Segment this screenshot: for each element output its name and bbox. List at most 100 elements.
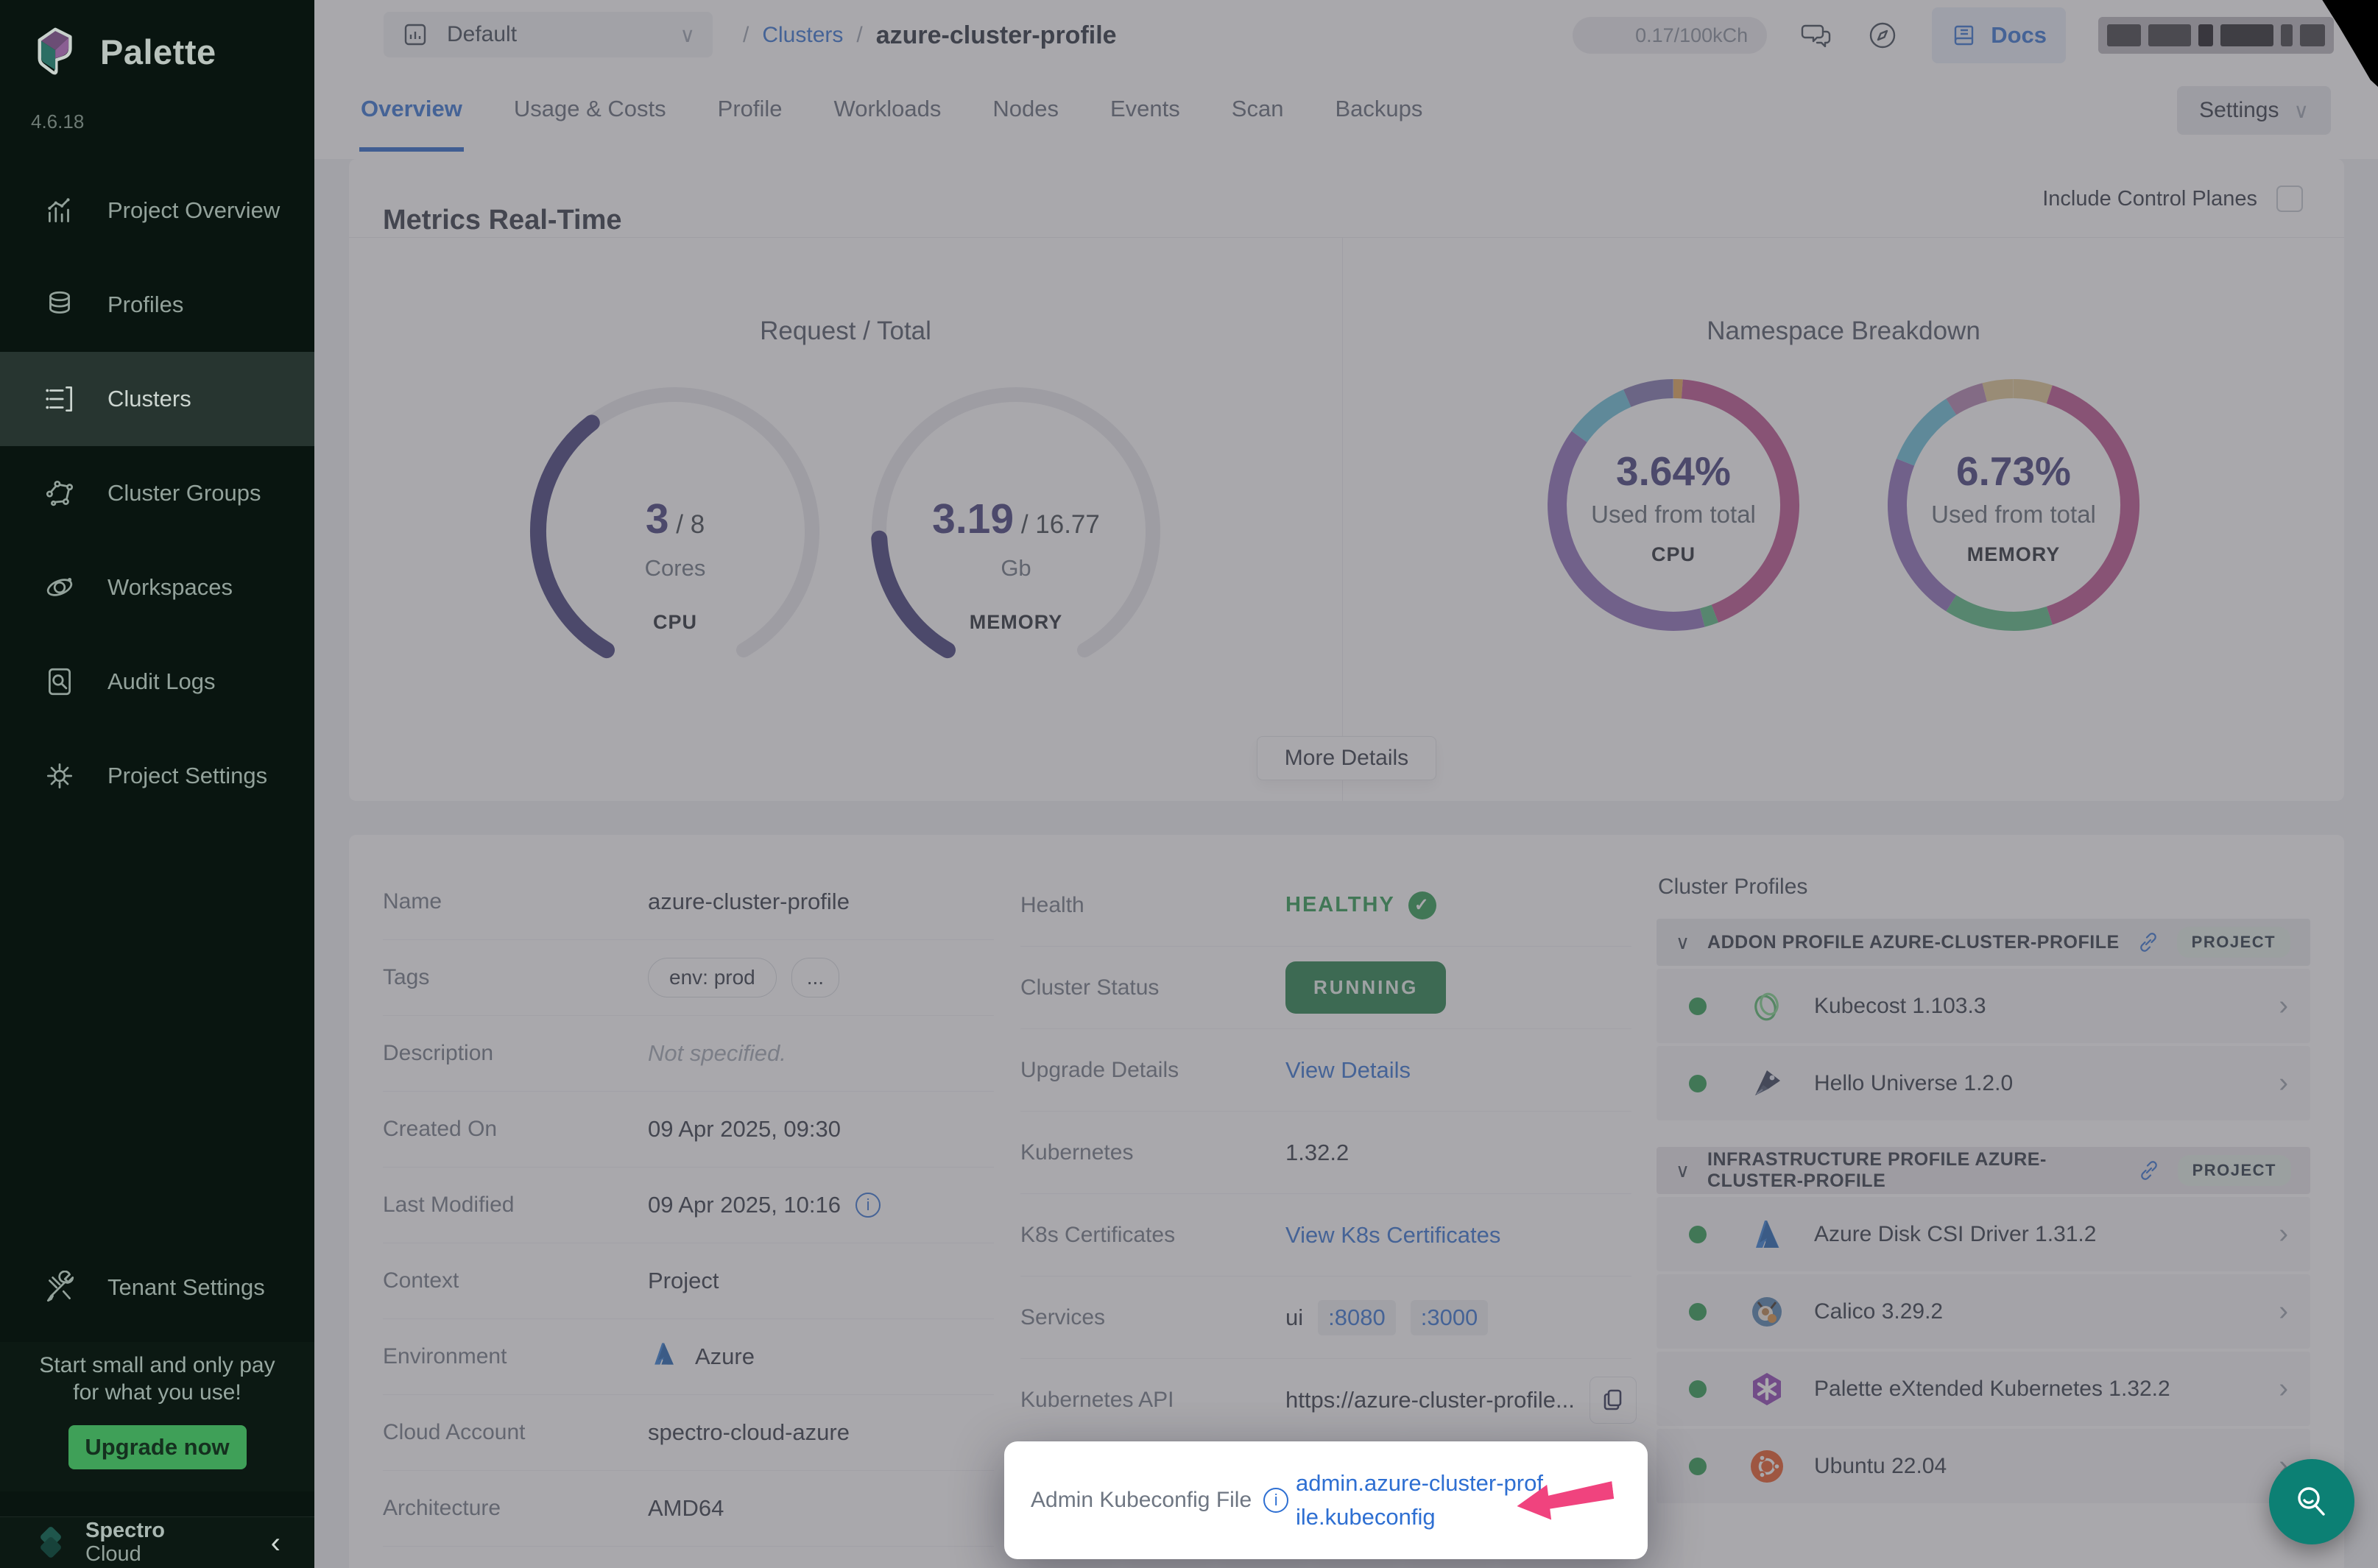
profile-section-header[interactable]: ∨INFRASTRUCTURE PROFILE AZURE-CLUSTER-PR… [1657,1147,2310,1194]
detail-value: spectro-cloud-azure [648,1419,850,1446]
tab-events[interactable]: Events [1109,71,1182,152]
gauge-request-value: 3.19 [932,495,1014,543]
detail-label: Context [383,1268,648,1293]
sidebar-item-label: Clusters [107,386,191,412]
sidebar-item-audit-logs[interactable]: Audit Logs [0,635,314,729]
gauge-value: 3.19 / 16.77 [861,495,1171,543]
tab-workloads[interactable]: Workloads [833,71,943,152]
search-fab-button[interactable] [2269,1459,2354,1544]
tab-nodes[interactable]: Nodes [991,71,1060,152]
service-port-link[interactable]: :3000 [1411,1300,1489,1335]
detail-row-architecture: ArchitectureAMD64 [383,1471,994,1547]
info-icon[interactable]: i [855,1193,881,1218]
info-icon[interactable]: i [1263,1488,1288,1513]
detail-row-cluster-status: Cluster StatusRUNNING [1020,947,1631,1029]
detail-value: View K8s Certificates [1285,1222,1500,1249]
project-badge: PROJECT [2177,927,2290,958]
tag-pill[interactable]: ... [791,958,839,997]
metrics-title: Metrics Real-Time [383,205,622,236]
detail-label: Admin Kubeconfig Filei [1031,1488,1296,1513]
detail-value: Azure [648,1338,755,1376]
namespace-donut-cpu: 3.64%Used from totalCPU [1534,365,1813,645]
chevron-right-icon: › [2279,990,2288,1022]
value-muted: Not specified. [648,1040,786,1067]
compass-icon[interactable] [1866,18,1899,52]
profile-section-header[interactable]: ∨ADDON PROFILE AZURE-CLUSTER-PROFILEPROJ… [1657,919,2310,966]
tag-pill[interactable]: env: prod [648,958,777,997]
detail-label: Health [1020,893,1285,918]
status-running-badge[interactable]: RUNNING [1285,961,1446,1014]
check-icon: ✓ [1408,891,1436,919]
sidebar-item-project-settings[interactable]: Project Settings [0,729,314,823]
detail-row-name: Nameazure-cluster-profile [383,864,994,940]
sidebar-item-label: Project Overview [107,197,280,224]
profile-section-title: ADDON PROFILE AZURE-CLUSTER-PROFILE [1707,932,2120,953]
sidebar-item-workspaces[interactable]: Workspaces [0,540,314,635]
profile-pack-row[interactable]: Hello Universe 1.2.0› [1657,1046,2310,1120]
detail-label-text: Kubernetes API [1020,1388,1174,1413]
include-control-planes-checkbox[interactable] [2276,186,2303,212]
detail-label-text: Health [1020,893,1084,918]
ubuntu-icon [1748,1447,1786,1486]
upgrade-now-button[interactable]: Upgrade now [68,1425,247,1469]
detail-link[interactable]: View Details [1285,1057,1411,1084]
donut-percent: 6.73% [1874,448,2153,495]
detail-value: Not specified. [648,1040,786,1067]
copy-icon[interactable] [1590,1377,1637,1424]
detail-label-text: Services [1020,1305,1105,1330]
app-version: 4.6.18 [31,110,84,133]
profile-pack-row[interactable]: Palette eXtended Kubernetes 1.32.2 › [1657,1352,2310,1426]
sidebar-item-cluster-groups[interactable]: Cluster Groups [0,446,314,540]
pxk-icon [1748,1370,1786,1408]
profile-pack-row[interactable]: Azure Disk CSI Driver 1.31.2› [1657,1197,2310,1271]
value-text: azure-cluster-profile [648,889,850,915]
search-icon [2290,1480,2334,1524]
profile-pack-name: Hello Universe 1.2.0 [1814,1071,2013,1096]
detail-row-context: ContextProject [383,1243,994,1319]
sidebar-collapse-icon[interactable]: ‹ [271,1528,281,1558]
gauge-value: 3 / 8 [521,495,830,543]
tab-overview[interactable]: Overview [359,71,464,152]
profile-pack-row[interactable]: Kubecost 1.103.3 › [1657,969,2310,1043]
profile-pack-row[interactable]: Ubuntu 22.04› [1657,1429,2310,1503]
donut-subtitle: Used from total [1534,501,1813,529]
breadcrumb-link-clusters[interactable]: Clusters [762,23,843,48]
detail-value: env: prod... [648,958,839,997]
status-dot-green [1689,1075,1707,1092]
service-port-link[interactable]: :8080 [1318,1300,1396,1335]
tab-usage-costs[interactable]: Usage & Costs [512,71,668,152]
namespace-breakdown-section: Namespace Breakdown 3.64%Used from total… [1342,237,2344,801]
sidebar-footer: Spectro Cloud ‹ [0,1516,314,1568]
detail-link[interactable]: View K8s Certificates [1285,1222,1500,1249]
detail-label: Kubernetes [1020,1140,1285,1165]
sidebar-item-project-overview[interactable]: Project Overview [0,163,314,258]
settings-button[interactable]: Settings ∨ [2177,86,2331,135]
docs-button[interactable]: Docs [1932,7,2066,63]
detail-label: Environment [383,1344,648,1369]
profile-pack-name: Palette eXtended Kubernetes 1.32.2 [1814,1377,2170,1402]
tab-profile[interactable]: Profile [716,71,784,152]
chevron-right-icon: › [2279,1373,2288,1405]
chat-icon[interactable] [1799,18,1833,52]
sidebar-item-profiles[interactable]: Profiles [0,258,314,352]
profile-pack-row[interactable]: Calico 3.29.2› [1657,1274,2310,1349]
health-badge: HEALTHY✓ [1285,891,1436,919]
sidebar-item-label: Tenant Settings [107,1274,265,1301]
gauge-unit: Cores [521,555,830,582]
profile-pack-name: Azure Disk CSI Driver 1.31.2 [1814,1222,2096,1247]
gauge-caption: MEMORY [861,611,1171,634]
sidebar-item-tenant-settings[interactable]: Tenant Settings [0,1240,314,1335]
topbar: Default ∨ / Clusters / azure-cluster-pro… [314,0,2378,71]
value-text: Project [648,1268,719,1294]
tools-icon [43,1271,77,1304]
detail-label: Upgrade Details [1020,1058,1285,1083]
tab-backups[interactable]: Backups [1333,71,1424,152]
details-left-column: Nameazure-cluster-profileTagsenv: prod..… [383,864,994,1547]
detail-label: Cloud Account [383,1420,648,1445]
sidebar-item-clusters[interactable]: Clusters [0,352,314,446]
profile-pack-name: Kubecost 1.103.3 [1814,994,1986,1019]
tab-scan[interactable]: Scan [1230,71,1285,152]
more-details-button[interactable]: More Details [1257,736,1436,780]
project-selector[interactable]: Default ∨ [384,12,713,57]
admin-kubeconfig-link[interactable]: admin.azure-cluster-profile.kubeconfig [1296,1466,1546,1535]
